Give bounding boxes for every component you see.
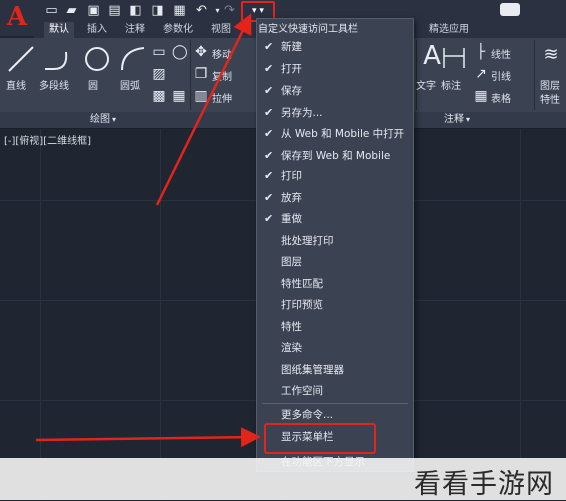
annotation-arrows: [35, 13, 261, 448]
arrow-to-dropdown: [155, 13, 252, 206]
arrow-to-menubar-item: [35, 427, 261, 448]
watermark-text: 看看手游网: [414, 469, 554, 500]
